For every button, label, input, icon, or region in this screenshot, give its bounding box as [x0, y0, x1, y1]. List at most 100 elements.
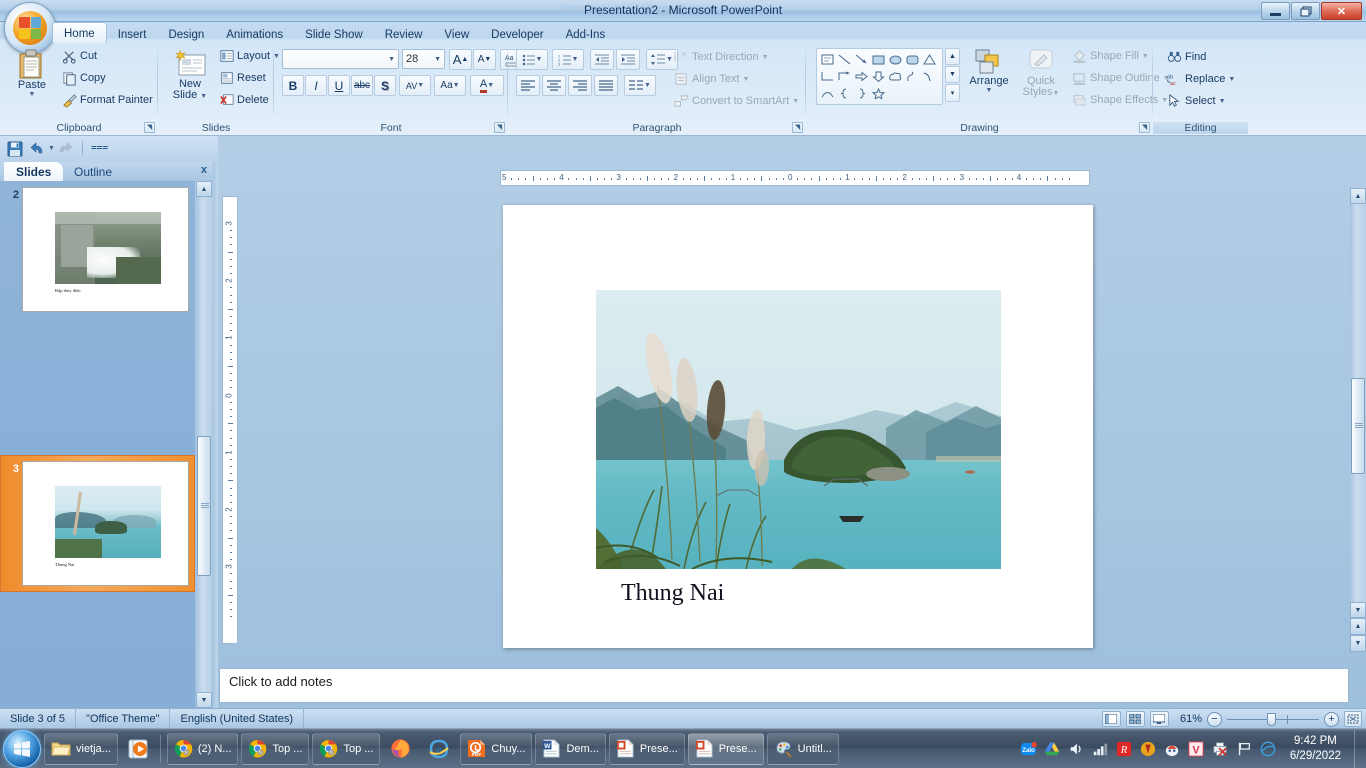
taskbar-item-internet-explorer[interactable]: e [421, 733, 457, 765]
align-center-button[interactable] [542, 75, 566, 96]
tab-insert[interactable]: Insert [107, 24, 158, 43]
slides-pane-scrollbar[interactable]: ▲ ▼ [196, 181, 212, 708]
shapes-more-button[interactable]: ▾ [945, 84, 960, 102]
avira-icon[interactable]: R [1116, 741, 1133, 758]
google-drive-icon[interactable] [1044, 741, 1061, 758]
tab-view[interactable]: View [433, 24, 480, 43]
zoom-out-button[interactable]: − [1207, 711, 1222, 727]
tab-slide-show[interactable]: Slide Show [294, 24, 374, 43]
thumbnail-slide-2[interactable]: 2 Đập thủy điện [0, 181, 195, 318]
taskbar-item-explorer[interactable]: vietja... [44, 732, 118, 765]
shape-ellipse-icon[interactable] [887, 51, 904, 68]
pane-splitter[interactable] [213, 162, 218, 708]
network-signal-icon[interactable] [1092, 741, 1109, 758]
tab-review[interactable]: Review [374, 24, 434, 43]
underline-button[interactable]: U [328, 75, 350, 96]
text-shadow-button[interactable]: S [374, 75, 396, 96]
fit-slide-to-window-button[interactable] [1344, 711, 1362, 727]
strikethrough-button[interactable]: abc [351, 75, 373, 96]
taskbar-item-word[interactable]: W Dem... [535, 732, 606, 765]
tab-design[interactable]: Design [157, 24, 215, 43]
zoom-slider[interactable] [1227, 712, 1319, 726]
shape-fill-button[interactable]: Shape Fill ▼ [1068, 46, 1153, 66]
undo-button[interactable]: ▼ [30, 141, 55, 156]
taskbar-item-powerpoint-1[interactable]: Prese... [608, 732, 685, 765]
tab-add-ins[interactable]: Add-Ins [555, 24, 617, 43]
shrink-font-button[interactable]: A ▼ [473, 49, 496, 70]
scrollbar-thumb[interactable] [1351, 378, 1365, 474]
slide-editing-area[interactable]: Thung Nai [503, 205, 1093, 648]
shape-freeform-icon[interactable] [904, 68, 921, 85]
paragraph-dialog-launcher[interactable]: ◥ [792, 122, 803, 133]
previous-slide-button[interactable]: ▲ [1350, 618, 1366, 635]
format-painter-button[interactable]: Format Painter [58, 90, 157, 110]
scroll-up-button[interactable]: ▲ [196, 181, 212, 197]
decrease-indent-button[interactable] [590, 49, 614, 70]
font-size-combo[interactable]: 28 ▼ [402, 49, 445, 69]
delete-slide-button[interactable]: Delete [216, 90, 273, 110]
clipboard-dialog-launcher[interactable]: ◥ [144, 122, 155, 133]
flag-action-center-icon[interactable] [1236, 741, 1253, 758]
slide-title-text[interactable]: Thung Nai [621, 580, 724, 607]
start-button[interactable] [3, 729, 41, 768]
shape-right-arrow-icon[interactable] [853, 68, 870, 85]
taskbar-item-paint[interactable]: Untitl... [766, 732, 839, 765]
taskbar-item-powerpoint-2[interactable]: Prese... [687, 732, 764, 765]
scroll-down-button[interactable]: ▼ [196, 692, 212, 708]
shapes-scroll-down-button[interactable]: ▼ [945, 66, 960, 83]
change-case-button[interactable]: Aa ▼ [434, 75, 466, 96]
restore-button[interactable] [1291, 2, 1320, 20]
zalo-icon[interactable]: Zalo [1020, 741, 1037, 758]
v-shield-icon[interactable]: V [1188, 741, 1205, 758]
shape-curve-icon[interactable] [921, 68, 938, 85]
arrange-button[interactable]: Arrange ▼ [964, 46, 1014, 96]
convert-to-smartart-button[interactable]: Convert to SmartArt ▼ [670, 91, 803, 111]
paste-dropdown-caret-icon[interactable]: ▼ [29, 91, 36, 98]
find-button[interactable]: Find [1163, 47, 1210, 67]
shape-triangle-icon[interactable] [921, 51, 938, 68]
shapes-gallery[interactable] [816, 48, 943, 105]
customize-qat-button[interactable]: ⩶ [91, 142, 108, 153]
paste-button[interactable]: Paste ▼ [8, 47, 56, 100]
taskbar-clock[interactable]: 9:42 PM 6/29/2022 [1284, 734, 1347, 764]
taskbar-item-chrome-1[interactable]: h (2) N... [166, 732, 239, 765]
justify-button[interactable] [594, 75, 618, 96]
slide-show-button[interactable] [1149, 711, 1169, 727]
language-indicator[interactable]: English (United States) [170, 708, 304, 729]
select-button[interactable]: Select ▼ [1163, 91, 1230, 111]
close-button[interactable]: ✕ [1321, 2, 1362, 20]
shape-star-icon[interactable] [870, 85, 887, 102]
cut-button[interactable]: Cut [58, 46, 101, 66]
new-slide-button[interactable]: New Slide ▼ [164, 47, 216, 104]
scroll-up-button[interactable]: ▲ [1350, 188, 1366, 204]
taskbar-item-pdf[interactable]: PDF Chuy... [460, 732, 533, 765]
zoom-in-button[interactable]: + [1324, 711, 1339, 727]
font-dialog-launcher[interactable]: ◥ [494, 122, 505, 133]
save-button[interactable] [7, 141, 23, 160]
align-left-button[interactable] [516, 75, 540, 96]
close-pane-button[interactable]: x [201, 164, 207, 176]
tab-outline[interactable]: Outline [62, 162, 124, 181]
align-right-button[interactable] [568, 75, 592, 96]
shape-elbow-connector-icon[interactable] [819, 68, 836, 85]
arrange-caret-icon[interactable]: ▼ [986, 87, 993, 94]
numbering-button[interactable]: 1 2 3 ▼ [552, 49, 584, 70]
font-name-combo[interactable]: ▼ [282, 49, 399, 69]
drawing-dialog-launcher[interactable]: ◥ [1139, 122, 1150, 133]
taskbar-item-firefox[interactable] [383, 733, 418, 765]
character-spacing-button[interactable]: AV ▼ [399, 75, 431, 96]
taskbar-item-media-player[interactable] [121, 733, 157, 765]
normal-view-button[interactable] [1101, 711, 1121, 727]
columns-button[interactable]: ▼ [624, 75, 656, 96]
taskbar-item-chrome-2[interactable]: h Top ... [241, 732, 310, 765]
font-color-button[interactable]: A ▼ [470, 75, 504, 96]
replace-button[interactable]: ab ac Replace ▼ [1163, 69, 1239, 89]
next-slide-button[interactable]: ▼ [1350, 635, 1366, 652]
shape-down-arrow-icon[interactable] [870, 68, 887, 85]
scrollbar-thumb[interactable] [197, 436, 211, 576]
volume-icon[interactable] [1068, 741, 1085, 758]
shapes-scroll-up-button[interactable]: ▲ [945, 48, 960, 65]
tab-animations[interactable]: Animations [215, 24, 294, 43]
shape-line-icon[interactable] [836, 51, 853, 68]
unikey-icon[interactable] [1140, 741, 1157, 758]
